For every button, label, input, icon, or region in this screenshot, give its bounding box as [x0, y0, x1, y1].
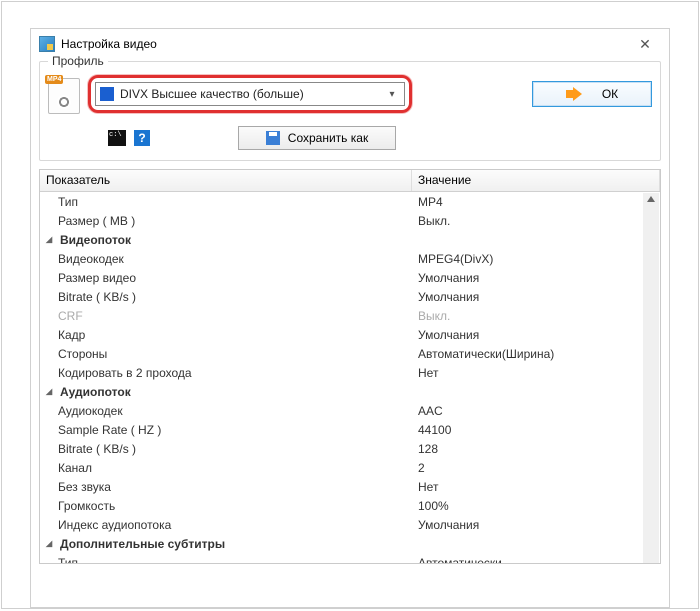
profile-caption: Профиль	[48, 54, 108, 68]
grid-cell-key: Тип	[40, 556, 412, 564]
grid-group-row[interactable]: Дополнительные субтитры	[40, 534, 660, 553]
grid-cell-key: Громкость	[40, 499, 412, 513]
grid-cell-key: Sample Rate ( HZ )	[40, 423, 412, 437]
profile-select-highlight: DIVX Высшее качество (больше) ▾	[88, 75, 412, 113]
floppy-icon	[266, 131, 280, 145]
grid-cell-value[interactable]: Автоматически(Ширина)	[412, 347, 660, 361]
window-title: Настройка видео	[61, 37, 157, 51]
grid-body[interactable]: ТипMP4Размер ( MB )Выкл.ВидеопотокВидеок…	[40, 192, 660, 563]
save-as-button[interactable]: Сохранить как	[238, 126, 396, 150]
close-button[interactable]: ✕	[629, 32, 661, 56]
grid-row[interactable]: ТипMP4	[40, 192, 660, 211]
grid-row[interactable]: Bitrate ( KB/s )128	[40, 439, 660, 458]
grid-cell-value[interactable]: MPEG4(DivX)	[412, 252, 660, 266]
grid-cell-key: Bitrate ( KB/s )	[40, 442, 412, 456]
grid-cell-key: Кодировать в 2 прохода	[40, 366, 412, 380]
divx-icon	[100, 87, 114, 101]
grid-cell-value[interactable]: Выкл.	[412, 214, 660, 228]
grid-row[interactable]: Громкость100%	[40, 496, 660, 515]
grid-cell-key: Видеокодек	[40, 252, 412, 266]
grid-cell-key: Размер ( MB )	[40, 214, 412, 228]
title-bar: Настройка видео ✕	[31, 29, 669, 59]
profile-combobox[interactable]: DIVX Высшее качество (больше) ▾	[95, 82, 405, 106]
grid-cell-key: Без звука	[40, 480, 412, 494]
grid-row[interactable]: CRFВыкл.	[40, 306, 660, 325]
grid-row[interactable]: Размер видеоУмолчания	[40, 268, 660, 287]
grid-row[interactable]: КадрУмолчания	[40, 325, 660, 344]
grid-cell-value[interactable]: 44100	[412, 423, 660, 437]
grid-cell-key: Размер видео	[40, 271, 412, 285]
grid-cell-value[interactable]: Автоматически	[412, 556, 660, 564]
settings-grid: Показатель Значение ТипMP4Размер ( MB )В…	[39, 169, 661, 564]
grid-cell-value[interactable]: Умолчания	[412, 271, 660, 285]
grid-cell-value[interactable]: Умолчания	[412, 518, 660, 532]
grid-cell-value[interactable]: Нет	[412, 480, 660, 494]
grid-cell-value[interactable]: Нет	[412, 366, 660, 380]
dialog-window: Настройка видео ✕ Профиль DIVX Высшее ка…	[30, 28, 670, 608]
grid-cell-key: CRF	[40, 309, 412, 323]
grid-row[interactable]: Размер ( MB )Выкл.	[40, 211, 660, 230]
grid-header: Показатель Значение	[40, 170, 660, 192]
grid-cell-value[interactable]: 2	[412, 461, 660, 475]
scrollbar[interactable]	[643, 193, 659, 563]
outer-frame: Настройка видео ✕ Профиль DIVX Высшее ка…	[1, 1, 699, 609]
help-icon[interactable]: ?	[134, 130, 150, 146]
grid-row[interactable]: Индекс аудиопотокаУмолчания	[40, 515, 660, 534]
grid-row[interactable]: Канал2	[40, 458, 660, 477]
grid-cell-key: Индекс аудиопотока	[40, 518, 412, 532]
grid-cell-value[interactable]: MP4	[412, 195, 660, 209]
grid-cell-value[interactable]: 100%	[412, 499, 660, 513]
grid-row[interactable]: АудиокодекAAC	[40, 401, 660, 420]
scroll-up-icon	[647, 196, 655, 202]
grid-row[interactable]: ВидеокодекMPEG4(DivX)	[40, 249, 660, 268]
grid-group-row[interactable]: Видеопоток	[40, 230, 660, 249]
grid-cell-value[interactable]: Умолчания	[412, 328, 660, 342]
ok-arrow-icon	[566, 88, 582, 100]
grid-cell-key: Тип	[40, 195, 412, 209]
ok-button[interactable]: ОК	[532, 81, 652, 107]
grid-cell-key: Bitrate ( KB/s )	[40, 290, 412, 304]
grid-cell-value[interactable]: Умолчания	[412, 290, 660, 304]
grid-cell-key: Кадр	[40, 328, 412, 342]
grid-cell-key: Стороны	[40, 347, 412, 361]
grid-cell-key: Дополнительные субтитры	[40, 537, 412, 551]
grid-row[interactable]: Кодировать в 2 проходаНет	[40, 363, 660, 382]
grid-group-row[interactable]: Аудиопоток	[40, 382, 660, 401]
grid-cell-value[interactable]: AAC	[412, 404, 660, 418]
grid-cell-value[interactable]: Выкл.	[412, 309, 660, 323]
grid-row[interactable]: ТипАвтоматически	[40, 553, 660, 563]
header-value[interactable]: Значение	[412, 170, 660, 191]
grid-cell-value[interactable]: 128	[412, 442, 660, 456]
profile-groupbox: Профиль DIVX Высшее качество (больше) ▾ …	[39, 61, 661, 161]
cmd-icon[interactable]	[108, 130, 126, 146]
grid-row[interactable]: СтороныАвтоматически(Ширина)	[40, 344, 660, 363]
grid-cell-key: Аудиокодек	[40, 404, 412, 418]
chevron-down-icon: ▾	[384, 89, 400, 100]
grid-cell-key: Видеопоток	[40, 233, 412, 247]
mp4-icon	[48, 78, 80, 114]
save-as-label: Сохранить как	[288, 131, 368, 145]
grid-cell-key: Канал	[40, 461, 412, 475]
grid-cell-key: Аудиопоток	[40, 385, 412, 399]
app-icon	[39, 36, 55, 52]
grid-row[interactable]: Bitrate ( KB/s )Умолчания	[40, 287, 660, 306]
grid-row[interactable]: Без звукаНет	[40, 477, 660, 496]
grid-row[interactable]: Sample Rate ( HZ )44100	[40, 420, 660, 439]
ok-label: ОК	[602, 87, 618, 101]
profile-text: DIVX Высшее качество (больше)	[120, 87, 384, 101]
header-name[interactable]: Показатель	[40, 170, 412, 191]
